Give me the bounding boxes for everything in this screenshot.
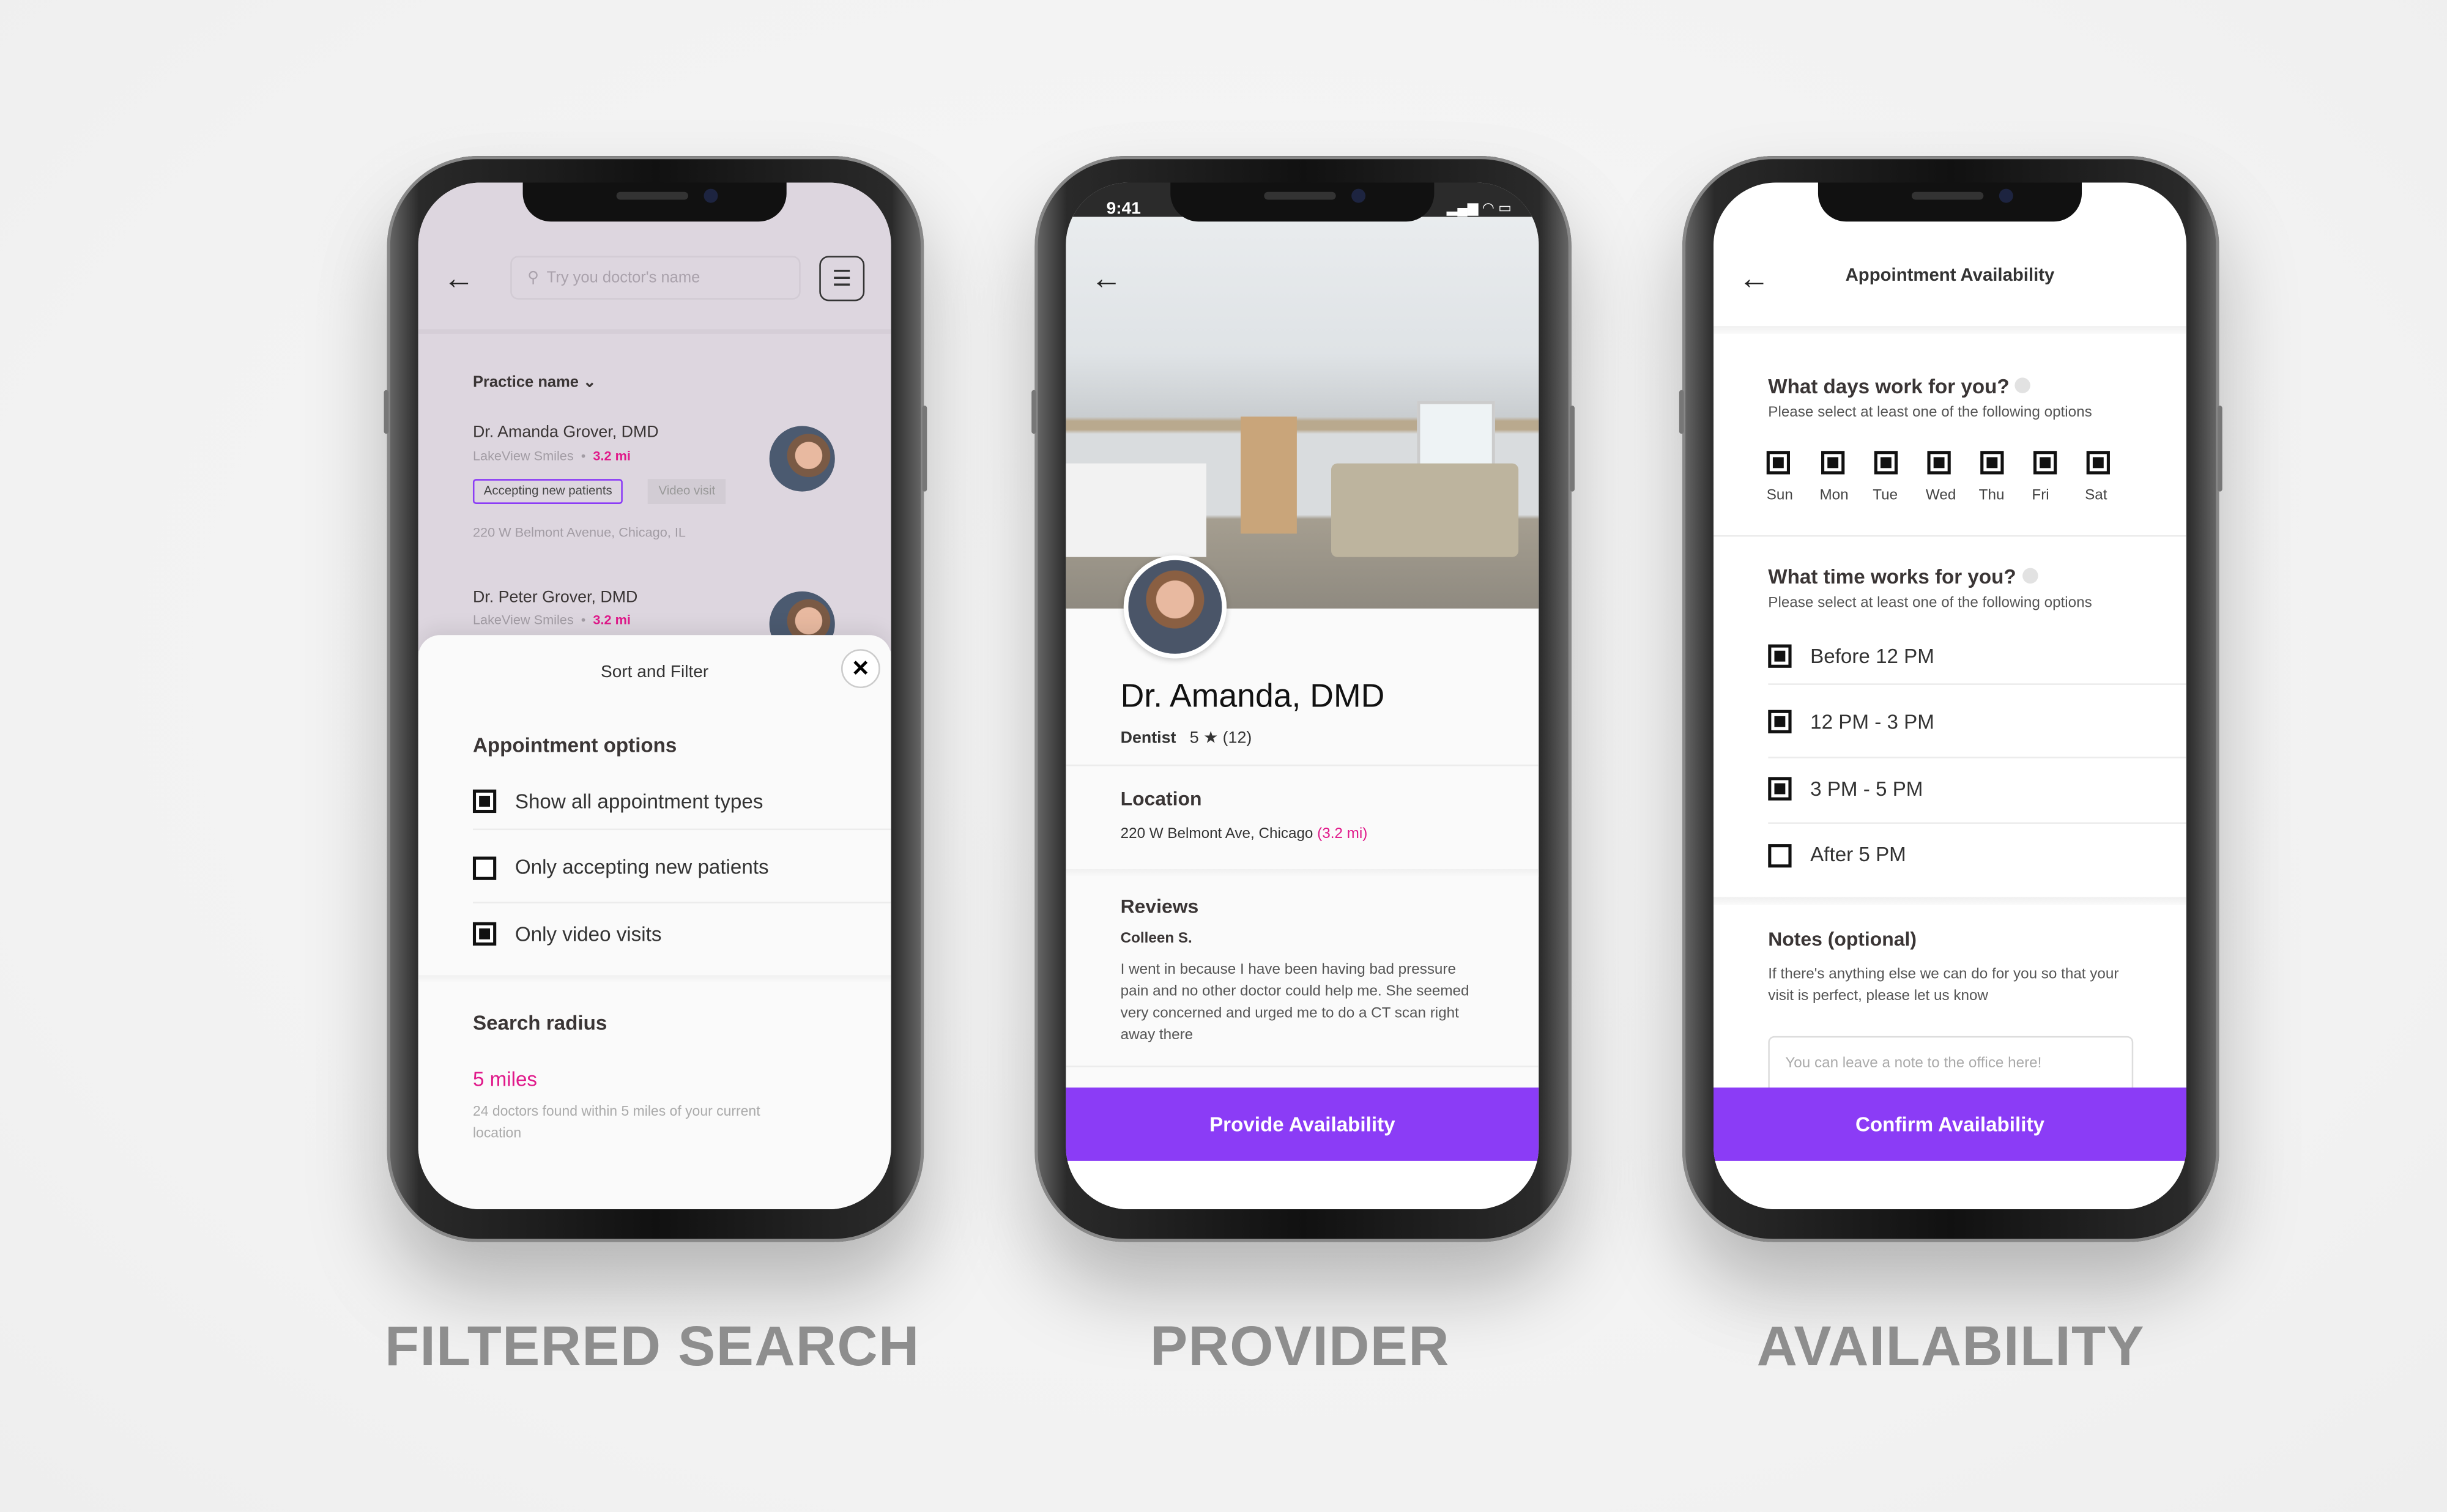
checkbox-thu[interactable]	[1980, 451, 2004, 475]
filtered-search-screen: ← ⚲ Try you doctor's name ☰ Practice name…	[418, 182, 891, 1210]
day-label: Mon	[1819, 486, 1849, 504]
label-provider: PROVIDER	[1150, 1313, 1450, 1378]
time-label: Before 12 PM	[1810, 644, 1934, 668]
sliders-icon: ☰	[832, 265, 852, 291]
phone-provider: 9:41 ▂▄▆ ◠ ▭ ← Dr. Amanda, DMD Dentist 5…	[1031, 156, 1575, 1242]
time-label: 12 PM - 3 PM	[1810, 710, 1934, 733]
provider-meta: Dentist 5 ★ (12)	[1120, 728, 1252, 747]
info-icon	[2021, 568, 2038, 584]
provider-name: Dr. Amanda, DMD	[1120, 678, 1385, 715]
doctor-avatar	[769, 426, 835, 492]
close-icon: ✕	[851, 655, 870, 681]
appointment-options-heading: Appointment options	[472, 733, 677, 757]
reviewer-name: Colleen S.	[1120, 930, 1192, 947]
days-subtitle: Please select at least one of the follow…	[1768, 404, 2092, 421]
checkbox-before-12[interactable]	[1768, 644, 1792, 668]
checkbox-show-all[interactable]	[472, 789, 497, 813]
label-availability: AVAILABILITY	[1756, 1313, 2145, 1378]
chevron-down-icon: ⌄	[583, 374, 596, 392]
option-label: Show all appointment types	[514, 789, 763, 813]
checkbox-video-visits[interactable]	[472, 922, 497, 946]
time-heading: What time works for you?	[1768, 565, 2038, 588]
sort-filter-sheet: Sort and Filter ✕ Appointment options Sh…	[418, 635, 891, 1210]
review-text: I went in because I have been having bad…	[1120, 961, 1469, 1044]
checkbox-wed[interactable]	[1927, 451, 1951, 475]
tag-video: Video visit	[647, 479, 727, 504]
screen-title: Appointment Availability	[1845, 267, 2055, 286]
search-input[interactable]: ⚲ Try you doctor's name	[510, 256, 801, 300]
checkbox-fri[interactable]	[2033, 451, 2057, 475]
search-icon: ⚲	[527, 269, 539, 287]
provider-screen: 9:41 ▂▄▆ ◠ ▭ ← Dr. Amanda, DMD Dentist 5…	[1066, 182, 1539, 1210]
search-radius-heading: Search radius	[472, 1011, 607, 1035]
phone-availability: ← Appointment Availability What days wor…	[1679, 156, 2222, 1242]
checkbox-3-5[interactable]	[1768, 777, 1792, 801]
confirm-availability-button[interactable]: Confirm Availability	[1713, 1088, 2186, 1161]
day-label: Fri	[2032, 486, 2049, 504]
star-icon: ★	[1203, 728, 1219, 747]
checkbox-mon[interactable]	[1821, 451, 1845, 475]
checkbox-sat[interactable]	[2086, 451, 2110, 475]
doctor-practice: LakeView Smiles • 3.2 mi	[472, 611, 631, 628]
close-button[interactable]: ✕	[841, 649, 880, 688]
radius-value[interactable]: 5 miles	[473, 1067, 537, 1091]
checkbox-sun[interactable]	[1766, 451, 1790, 475]
availability-screen: ← Appointment Availability What days wor…	[1713, 182, 2186, 1210]
location-heading: Location	[1120, 788, 1202, 810]
sort-dropdown[interactable]: Practice name ⌄	[473, 374, 596, 391]
days-heading: What days work for you?	[1768, 374, 2031, 398]
doctor-address: 220 W Belmont Avenue, Chicago, IL	[472, 524, 686, 540]
mockup-stage: ← ⚲ Try you doctor's name ☰ Practice name…	[0, 0, 2447, 1512]
doctor-name[interactable]: Dr. Peter Grover, DMD	[473, 588, 637, 607]
day-label: Sat	[2085, 486, 2107, 504]
provide-availability-button[interactable]: Provide Availability	[1066, 1088, 1539, 1161]
option-label: Only accepting new patients	[514, 854, 769, 879]
tag-accepting: Accepting new patients	[472, 479, 623, 504]
time-subtitle: Please select at least one of the follow…	[1768, 594, 2092, 612]
doctor-practice: LakeView Smiles • 3.2 mi	[472, 448, 631, 464]
status-time: 9:41	[1106, 199, 1141, 219]
radius-description: 24 doctors found within 5 miles of your …	[472, 1103, 760, 1141]
back-arrow-icon[interactable]: ←	[1091, 264, 1122, 295]
back-arrow-icon[interactable]: ←	[443, 264, 474, 295]
label-filtered-search: FILTERED SEARCH	[385, 1313, 920, 1378]
phone-filtered-search: ← ⚲ Try you doctor's name ☰ Practice name…	[384, 156, 927, 1242]
notes-description: If there's anything else we can do for y…	[1768, 966, 2119, 1005]
status-icons: ▂▄▆ ◠ ▭	[1446, 199, 1512, 216]
checkbox-after-5[interactable]	[1768, 844, 1792, 868]
day-label: Wed	[1925, 486, 1956, 504]
doctor-name[interactable]: Dr. Amanda Grover, DMD	[473, 423, 659, 442]
checkbox-accepting-new[interactable]	[472, 856, 497, 880]
day-label: Sun	[1766, 486, 1793, 504]
time-label: 3 PM - 5 PM	[1810, 777, 1923, 801]
notes-heading: Notes (optional)	[1768, 928, 1917, 951]
day-label: Thu	[1978, 486, 2005, 504]
checkbox-12-3[interactable]	[1768, 710, 1792, 733]
checkbox-tue[interactable]	[1874, 451, 1898, 475]
provider-address[interactable]: 220 W Belmont Ave, Chicago (3.2 mi)	[1121, 825, 1368, 842]
time-label: After 5 PM	[1810, 842, 1906, 866]
option-label: Only video visits	[514, 922, 662, 946]
office-photo	[1066, 182, 1539, 609]
filter-button[interactable]: ☰	[819, 256, 865, 302]
reviews-heading: Reviews	[1120, 895, 1199, 917]
sheet-title: Sort and Filter	[601, 663, 709, 682]
provider-avatar	[1123, 555, 1227, 659]
info-icon	[2014, 377, 2031, 393]
day-label: Tue	[1873, 486, 1898, 504]
